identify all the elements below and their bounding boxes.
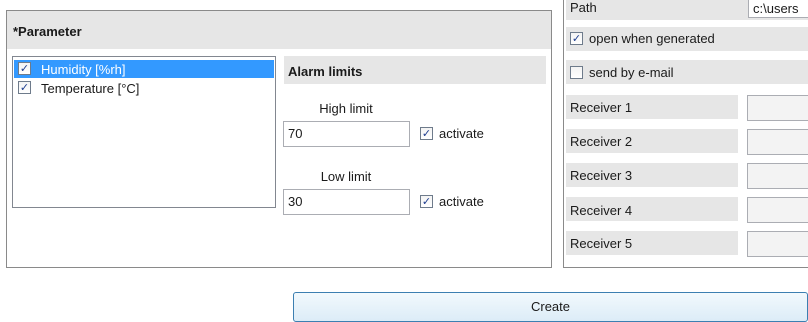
high-limit-input[interactable]: 70 (283, 121, 410, 147)
low-activate-checkbox[interactable]: ✓ (420, 195, 433, 208)
low-limit-label: Low limit (320, 169, 372, 184)
parameter-header (7, 11, 551, 49)
send-email-checkbox[interactable] (570, 66, 583, 79)
receiver-1-label: Receiver 1 (570, 100, 633, 115)
path-label: Path (570, 0, 597, 15)
list-item-humidity[interactable]: ✓ Humidity [%rh] (14, 60, 274, 78)
open-when-generated-checkbox[interactable]: ✓ (570, 32, 583, 45)
temperature-checkbox[interactable]: ✓ (18, 81, 31, 94)
receiver-4-label: Receiver 4 (570, 203, 633, 218)
parameter-listbox[interactable]: ✓ Humidity [%rh] ✓ Temperature [°C] (12, 56, 276, 208)
high-limit-label: High limit (319, 101, 373, 116)
low-limit-input[interactable]: 30 (283, 189, 410, 215)
receiver-5-input[interactable] (747, 231, 808, 257)
list-item-label: Temperature [°C] (41, 81, 140, 96)
receiver-5-label: Receiver 5 (570, 236, 633, 251)
low-activate-label: activate (439, 194, 484, 209)
parameter-title: *Parameter (13, 24, 82, 39)
path-input[interactable]: c:\users (748, 0, 808, 18)
receiver-3-input[interactable] (747, 163, 808, 189)
alarm-limits-title: Alarm limits (288, 64, 363, 79)
high-activate-label: activate (439, 126, 484, 141)
high-activate-checkbox[interactable]: ✓ (420, 127, 433, 140)
receiver-3-label: Receiver 3 (570, 168, 633, 183)
receiver-2-label: Receiver 2 (570, 134, 633, 149)
list-item-temperature[interactable]: ✓ Temperature [°C] (14, 79, 274, 97)
list-item-label: Humidity [%rh] (41, 62, 126, 77)
create-button[interactable]: Create (293, 292, 808, 322)
receiver-2-input[interactable] (747, 129, 808, 155)
humidity-checkbox[interactable]: ✓ (18, 62, 31, 75)
send-email-label: send by e-mail (589, 65, 674, 80)
open-when-generated-label: open when generated (589, 31, 715, 46)
receiver-1-input[interactable] (747, 95, 808, 121)
receiver-4-input[interactable] (747, 197, 808, 223)
